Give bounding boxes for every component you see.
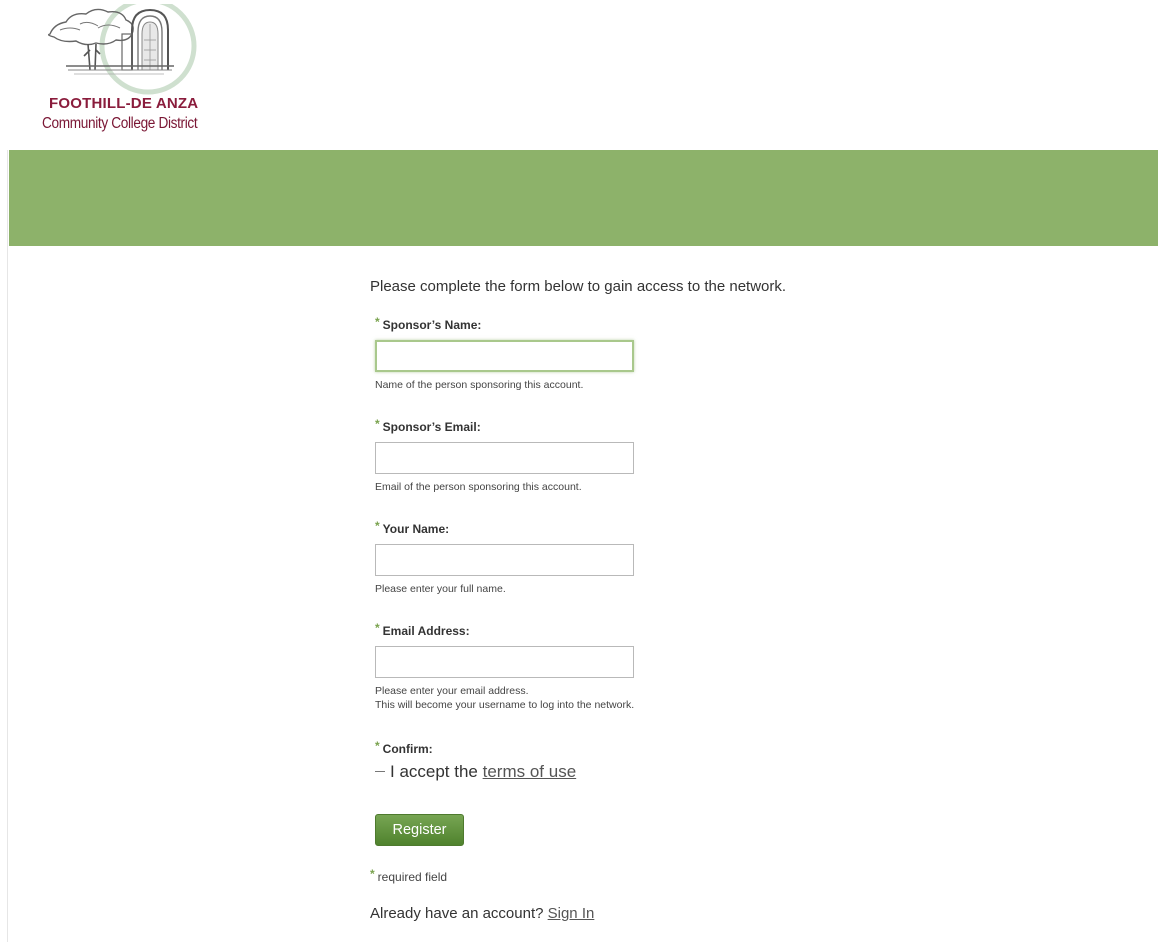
your-name-label-text: Your Name: xyxy=(382,522,450,536)
required-marker: * xyxy=(375,519,380,533)
required-marker: * xyxy=(375,739,380,753)
register-button[interactable]: Register xyxy=(375,814,464,846)
sponsor-email-label-text: Sponsor’s Email: xyxy=(382,420,481,434)
signin-row: Already have an account? Sign In xyxy=(370,905,594,922)
sign-in-link[interactable]: Sign In xyxy=(548,905,595,922)
sponsor-name-group: * Sponsor’s Name: Name of the person spon… xyxy=(375,315,634,392)
email-address-input[interactable] xyxy=(375,646,634,678)
sponsor-name-label-text: Sponsor’s Name: xyxy=(382,318,482,332)
email-address-hint: Please enter your email address. This wi… xyxy=(375,684,634,712)
sponsor-email-group: * Sponsor’s Email: Email of the person sp… xyxy=(375,417,634,494)
sponsor-email-hint: Email of the person sponsoring this acco… xyxy=(375,481,582,493)
sponsor-email-input[interactable] xyxy=(375,442,634,474)
your-name-group: * Your Name: Please enter your full name. xyxy=(375,519,634,596)
logo-district-subtitle: Community College District xyxy=(42,115,198,132)
your-name-label: * Your Name: xyxy=(375,519,634,536)
terms-row: I accept the terms of use xyxy=(375,762,576,782)
required-marker: * xyxy=(375,621,380,635)
required-marker: * xyxy=(375,315,380,329)
sponsor-name-label: * Sponsor’s Name: xyxy=(375,315,634,332)
required-marker: * xyxy=(370,867,375,881)
district-logo[interactable]: FOOTHILL-DE ANZA Community College Distr… xyxy=(30,4,250,144)
sponsor-name-input[interactable] xyxy=(375,340,634,372)
email-address-hint-line1: Please enter your email address. xyxy=(375,685,529,697)
confirm-label: * Confirm: xyxy=(375,739,576,756)
your-name-hint: Please enter your full name. xyxy=(375,583,506,595)
required-field-text: required field xyxy=(377,870,448,884)
confirm-label-text: Confirm: xyxy=(382,742,433,756)
logo-district-name: FOOTHILL-DE ANZA xyxy=(49,95,199,112)
site-header: FOOTHILL-DE ANZA Community College Distr… xyxy=(0,0,1158,150)
sponsor-email-label: * Sponsor’s Email: xyxy=(375,417,634,434)
sponsor-name-hint: Name of the person sponsoring this accou… xyxy=(375,379,584,391)
email-address-group: * Email Address: Please enter your email … xyxy=(375,621,634,712)
email-address-label-text: Email Address: xyxy=(382,624,470,638)
terms-checkbox[interactable] xyxy=(375,767,385,777)
signin-prompt: Already have an account? xyxy=(370,905,544,922)
email-address-label: * Email Address: xyxy=(375,621,634,638)
terms-text: I accept the xyxy=(390,762,478,781)
your-name-input[interactable] xyxy=(375,544,634,576)
form-intro: Please complete the form below to gain a… xyxy=(370,278,787,295)
campus-arch-tree-logo-icon xyxy=(47,4,197,95)
email-address-hint-line2: This will become your username to log in… xyxy=(375,699,635,711)
green-banner xyxy=(9,150,1158,246)
terms-of-use-link[interactable]: terms of use xyxy=(483,762,577,782)
required-field-note: * required field xyxy=(370,867,448,884)
confirm-group: * Confirm: I accept the terms of use xyxy=(375,739,576,782)
required-marker: * xyxy=(375,417,380,431)
